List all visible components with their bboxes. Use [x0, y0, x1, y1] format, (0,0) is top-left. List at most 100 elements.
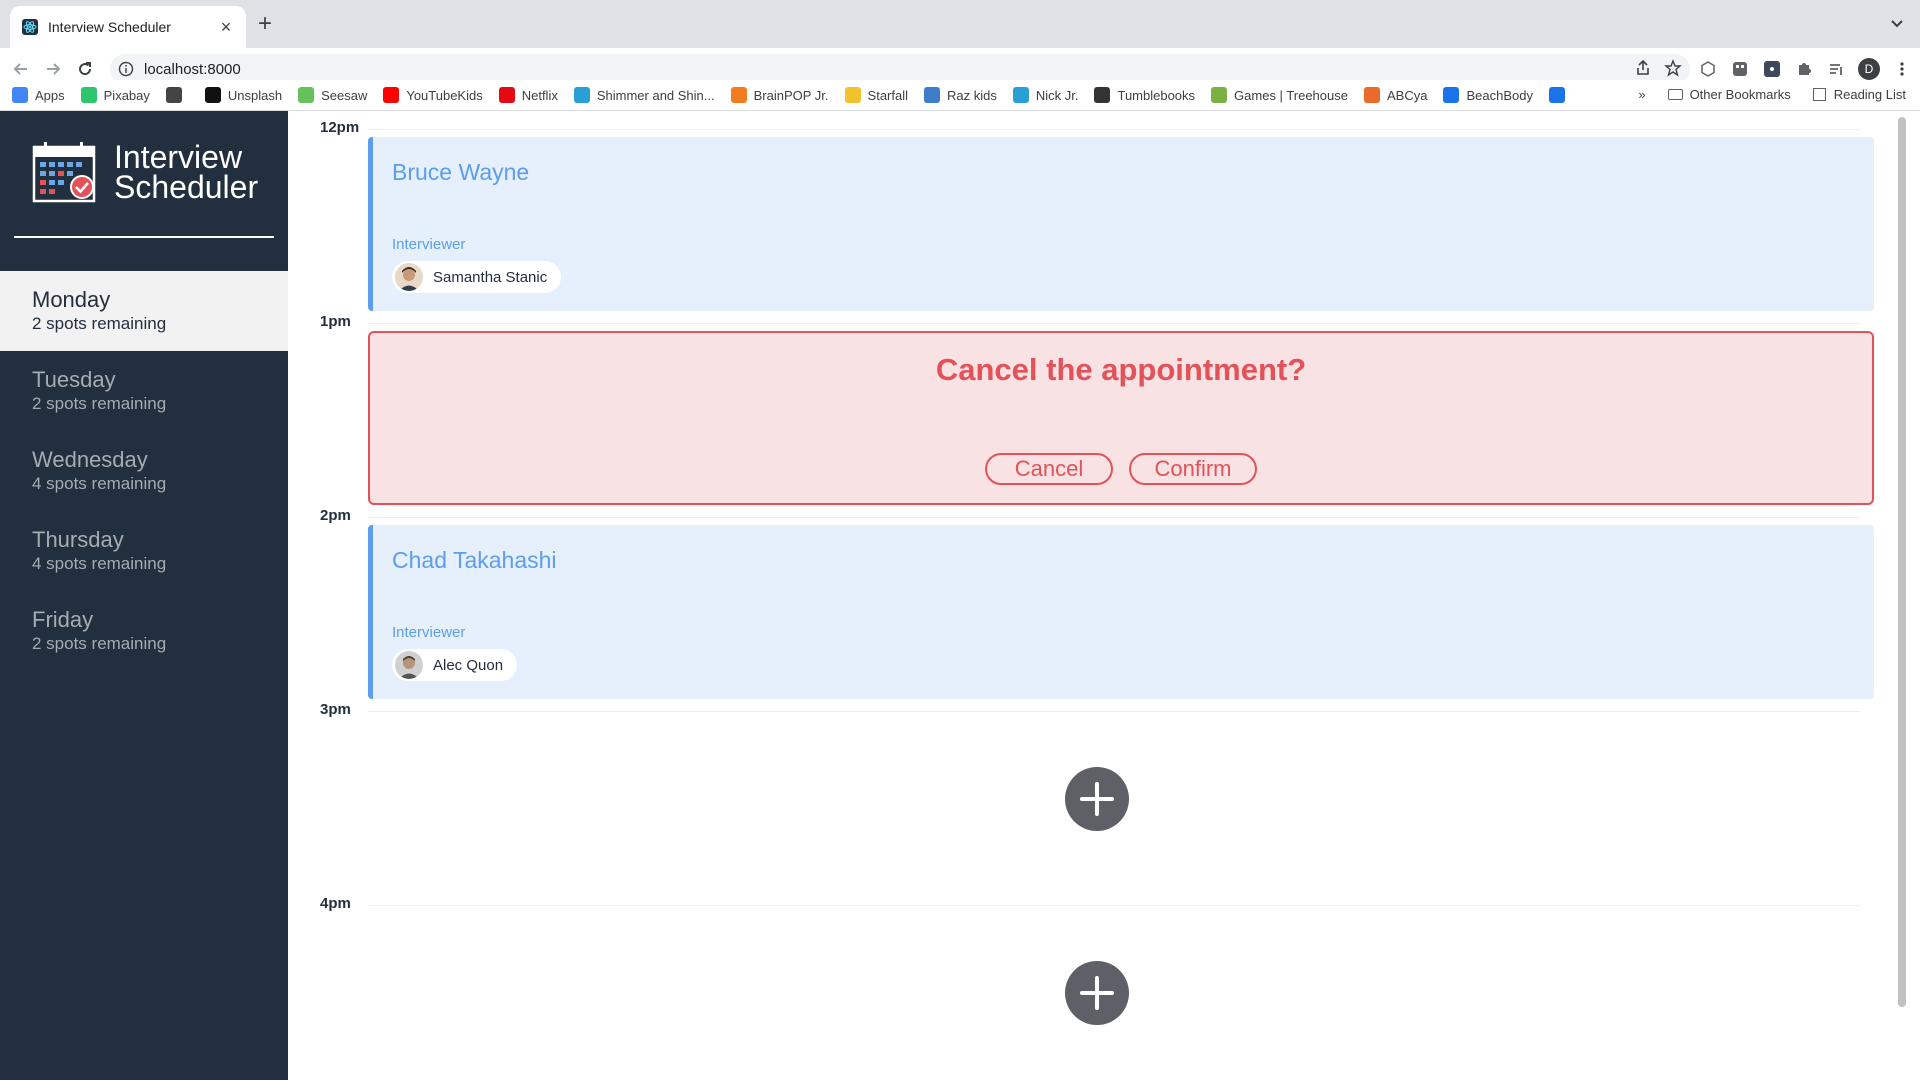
day-item-monday[interactable]: Monday 2 spots remaining [0, 271, 288, 351]
extension-cube-icon[interactable] [1698, 59, 1718, 79]
confirm-card: Cancel the appointment? Cancel Confirm [368, 331, 1874, 505]
bookmark-item[interactable]: BrainPOP Jr. [730, 87, 829, 103]
plus-icon [1080, 976, 1114, 1010]
bookmark-star-icon[interactable] [1664, 59, 1682, 77]
new-tab-button[interactable]: + [258, 12, 272, 36]
reading-mode-icon[interactable] [1826, 59, 1846, 79]
extension-react-icon[interactable] [1762, 59, 1782, 79]
bookmark-item[interactable]: Tumblebooks [1094, 87, 1195, 103]
bookmark-item[interactable]: BeachBody [1443, 87, 1533, 103]
confirm-button[interactable]: Confirm [1129, 453, 1257, 485]
sidebar-separator [14, 236, 274, 238]
extensions-area: D [1698, 58, 1912, 80]
bookmark-item[interactable] [1548, 87, 1572, 103]
bookmark-item[interactable]: Games | Treehouse [1211, 87, 1348, 103]
nickjr-icon [573, 87, 590, 103]
tab-close-icon[interactable]: × [218, 18, 234, 36]
appointment-card[interactable]: Bruce Wayne Interviewer Samantha Stanic [368, 137, 1874, 311]
bookmark-item[interactable]: Pixabay [80, 87, 150, 103]
day-item-thursday[interactable]: Thursday 4 spots remaining [0, 511, 288, 591]
interviewer-name: Samantha Stanic [433, 268, 548, 286]
logo: Interview Scheduler [32, 141, 258, 203]
bookmark-item[interactable]: YouTubeKids [383, 87, 483, 103]
bookmark-item[interactable]: Shimmer and Shin... [573, 87, 715, 103]
time-label: 12pm [320, 119, 360, 136]
student-name: Bruce Wayne [392, 159, 530, 185]
bookmark-label: Raz kids [947, 87, 997, 103]
confirm-actions: Cancel Confirm [370, 453, 1872, 485]
reading-list-button[interactable]: Reading List [1812, 87, 1906, 102]
tab-title: Interview Scheduler [48, 19, 171, 35]
appointment-slot: 4pm [288, 895, 1900, 1080]
treehouse-icon [1211, 87, 1228, 103]
confirm-message: Cancel the appointment? [935, 352, 1307, 387]
bookmark-label: Tumblebooks [1117, 87, 1196, 103]
folder-icon [1667, 89, 1683, 100]
day-list: Monday 2 spots remaining Tuesday 2 spots re… [0, 271, 288, 671]
time-label: 4pm [320, 895, 351, 912]
reload-icon[interactable] [74, 58, 96, 80]
tumblebooks-icon [1094, 87, 1111, 103]
other-bookmarks-folder[interactable]: Other Bookmarks [1667, 87, 1791, 102]
netflix-icon [498, 87, 515, 103]
appointment-card[interactable]: Chad Takahashi Interviewer Alec Quon [368, 525, 1874, 699]
cancel-button[interactable]: Cancel [985, 453, 1113, 485]
student-name: Chad Takahashi [392, 547, 557, 573]
info-icon[interactable] [118, 61, 134, 77]
day-spots-remaining: 4 spots remaining [32, 554, 167, 573]
bookmark-item[interactable]: Apps [12, 87, 65, 103]
bookmark-label: Pixabay [103, 87, 150, 103]
day-item-tuesday[interactable]: Tuesday 2 spots remaining [0, 351, 288, 431]
bookmark-item[interactable]: ABCya [1363, 87, 1427, 103]
time-divider [368, 129, 1860, 130]
bookmark-item[interactable] [165, 87, 189, 103]
browser-menu-icon[interactable] [1892, 59, 1912, 79]
bookmark-label: BrainPOP Jr. [753, 87, 829, 103]
bookmark-label: Apps [35, 87, 65, 103]
add-appointment-button[interactable] [1065, 767, 1129, 831]
bookmark-item[interactable]: Unsplash [204, 87, 282, 103]
bookmark-b-icon [1548, 87, 1565, 103]
schedule: 12pm Bruce Wayne Interviewer Samantha Stani… [288, 111, 1908, 1080]
interviewer-chip: Samantha Stanic [392, 261, 562, 293]
tab-search-chevron-icon[interactable] [1888, 14, 1906, 32]
appointment-slot: 2pm Chad Takahashi Interviewer Alec Quon [288, 507, 1900, 701]
time-divider [368, 517, 1860, 518]
day-name: Monday [32, 287, 111, 312]
bookmarks-overflow-button[interactable]: » [1638, 87, 1645, 102]
apps-icon [12, 87, 28, 103]
browser-tab[interactable]: Interview Scheduler × [10, 6, 246, 48]
day-name: Thursday [32, 527, 124, 552]
share-icon[interactable] [1634, 59, 1652, 77]
brainpop-icon [730, 87, 747, 103]
unsplash-icon [204, 87, 221, 103]
day-spots-remaining: 2 spots remaining [32, 634, 167, 653]
bookmark-item[interactable]: Netflix [498, 87, 558, 103]
day-name: Tuesday [32, 367, 116, 392]
day-spots-remaining: 2 spots remaining [32, 314, 167, 333]
bookmark-item[interactable]: Nick Jr. [1012, 87, 1079, 103]
bookmark-label: Netflix [521, 87, 558, 103]
bookmark-item[interactable]: Raz kids [924, 87, 997, 103]
bookmark-item[interactable]: Starfall [844, 87, 908, 103]
profile-avatar[interactable]: D [1858, 58, 1880, 80]
extensions-puzzle-icon[interactable] [1794, 59, 1814, 79]
beachbody-icon [1443, 87, 1460, 103]
starfall-icon [844, 87, 861, 103]
add-appointment-button[interactable] [1065, 961, 1129, 1025]
day-item-friday[interactable]: Friday 2 spots remaining [0, 591, 288, 671]
day-item-wednesday[interactable]: Wednesday 4 spots remaining [0, 431, 288, 511]
day-name: Friday [32, 607, 94, 632]
extension-grid-icon[interactable] [1730, 59, 1750, 79]
url-text: localhost:8000 [144, 60, 241, 78]
forward-icon[interactable] [42, 58, 64, 80]
plus-icon [1080, 782, 1114, 816]
interviewer-label: Interviewer [392, 236, 466, 253]
logo-line-1: Interview [114, 139, 243, 175]
interviewer-name: Alec Quon [433, 656, 504, 674]
bookmark-item[interactable]: Seesaw [298, 87, 367, 103]
back-icon[interactable] [10, 58, 32, 80]
seesaw-icon [298, 87, 315, 103]
nickjr-icon [1012, 87, 1029, 103]
bookmark-label: Nick Jr. [1035, 87, 1079, 103]
